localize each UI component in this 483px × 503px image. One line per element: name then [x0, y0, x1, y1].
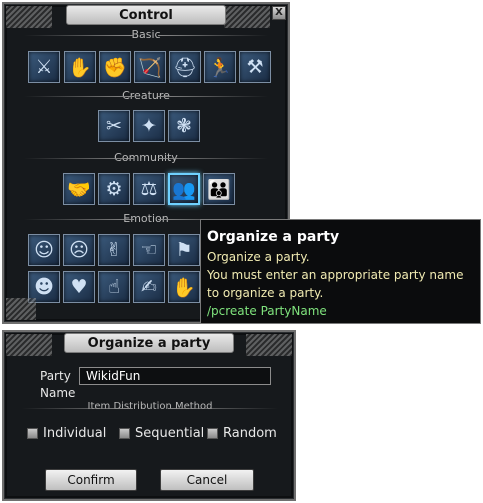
- pickup-action-icon[interactable]: ✊: [99, 51, 131, 83]
- tooltip-line: Organize a party.: [207, 250, 310, 264]
- control-close-button[interactable]: X: [272, 6, 286, 20]
- run-action-icon[interactable]: 🏃: [204, 51, 236, 83]
- organize-party-icon[interactable]: 👥: [168, 173, 200, 205]
- corner-ornament: [6, 298, 36, 320]
- organize-party-tooltip: Organize a party Organize a party. You m…: [200, 219, 481, 324]
- distribution-method-label: Item Distribution Method: [8, 401, 292, 415]
- party-name-input[interactable]: WikidFun: [79, 367, 271, 385]
- section-basic-label: Basic: [10, 28, 282, 42]
- emotion-victory-icon[interactable]: ✌: [98, 234, 130, 266]
- attack-action-icon[interactable]: ⚔: [28, 51, 60, 83]
- helmet-action-icon[interactable]: ⛑: [169, 51, 201, 83]
- emotion-greet-icon[interactable]: ☺: [28, 234, 60, 266]
- handshake-icon[interactable]: 🤝: [63, 173, 95, 205]
- party-name-label: Party: [40, 369, 71, 383]
- creature-follow-icon[interactable]: ❃: [168, 110, 200, 142]
- emotion-yes-icon[interactable]: ☝: [98, 271, 130, 303]
- creature-attack-icon[interactable]: ✂: [98, 110, 130, 142]
- confirm-button[interactable]: Confirm: [45, 469, 137, 491]
- section-creature-label: Creature: [10, 89, 282, 103]
- tooltip-line: to organize a party.: [207, 286, 324, 300]
- emotion-sad-icon[interactable]: ☹: [63, 234, 95, 266]
- random-option-label: Random: [223, 426, 277, 441]
- corner-ornament: [6, 6, 52, 28]
- tooltip-title: Organize a party: [207, 229, 340, 245]
- cancel-button[interactable]: Cancel: [160, 469, 254, 491]
- private-store-icon[interactable]: ⚖: [133, 173, 165, 205]
- emotion-wave-icon[interactable]: ✋: [168, 271, 200, 303]
- trade-action-icon[interactable]: ⚒: [239, 51, 271, 83]
- sequential-checkbox[interactable]: [119, 428, 130, 439]
- individual-option-label: Individual: [43, 426, 107, 441]
- emotion-think-icon[interactable]: ✍: [133, 271, 165, 303]
- creature-skill-icon[interactable]: ✦: [133, 110, 165, 142]
- corner-ornament: [224, 6, 270, 28]
- party-invite-icon[interactable]: 👪: [203, 173, 235, 205]
- control-title: Control: [66, 5, 226, 25]
- emotion-flag-icon[interactable]: ⚑: [168, 234, 200, 266]
- tooltip-line: You must enter an appropriate party name: [207, 268, 464, 282]
- emotion-love-icon[interactable]: ♥: [63, 271, 95, 303]
- target-action-icon[interactable]: 🏹: [134, 51, 166, 83]
- tooltip-command: /pcreate PartyName: [207, 304, 327, 318]
- corner-ornament: [246, 334, 292, 356]
- sit-action-icon[interactable]: ✋: [64, 51, 96, 83]
- dialog-title: Organize a party: [64, 333, 234, 353]
- individual-checkbox[interactable]: [27, 428, 38, 439]
- party-name-label: Name: [40, 386, 76, 400]
- corner-ornament: [6, 334, 52, 356]
- emotion-point-icon[interactable]: ☜: [133, 234, 165, 266]
- guild-icon[interactable]: ⚙: [98, 173, 130, 205]
- section-community-label: Community: [10, 151, 282, 165]
- random-checkbox[interactable]: [207, 428, 218, 439]
- sequential-option-label: Sequential: [135, 426, 205, 441]
